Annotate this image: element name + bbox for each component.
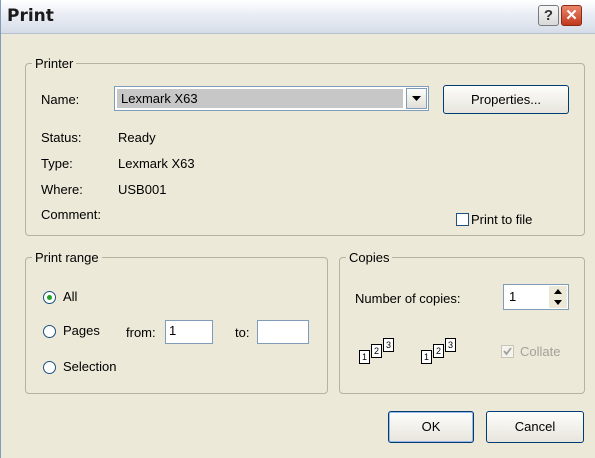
- printer-name-value: Lexmark X63: [121, 91, 198, 106]
- ok-label: OK: [421, 419, 441, 434]
- stack-1-page-2: 2: [371, 344, 382, 358]
- radio-all[interactable]: [43, 291, 56, 304]
- name-label: Name:: [41, 92, 80, 107]
- stack-2-page-1: 1: [421, 350, 432, 364]
- print-dialog: Print ? ✕ Printer Name: Lexmark X63 Prop…: [0, 0, 595, 458]
- radio-selection-label[interactable]: Selection: [63, 359, 116, 374]
- status-label: Status:: [41, 130, 82, 145]
- chevron-down-icon: [412, 96, 421, 101]
- spin-up-icon: [554, 289, 562, 294]
- collate-stack-1: 3 2 1: [355, 330, 411, 376]
- comment-label: Comment:: [41, 207, 101, 222]
- to-page-input[interactable]: [257, 320, 309, 344]
- copies-value: 1: [509, 289, 517, 304]
- number-of-copies-label: Number of copies:: [355, 291, 461, 306]
- collate-illustration: 3 2 1 3 2 1: [355, 330, 475, 376]
- stack-2-page-3: 3: [445, 338, 456, 352]
- where-value: USB001: [118, 182, 167, 197]
- printer-group: Printer: [25, 56, 585, 236]
- radio-all-label[interactable]: All: [63, 289, 77, 304]
- type-label: Type:: [41, 156, 73, 171]
- help-button[interactable]: ?: [538, 5, 559, 26]
- stack-2-page-2: 2: [433, 344, 444, 358]
- radio-pages[interactable]: [43, 325, 56, 338]
- help-icon: ?: [543, 7, 554, 24]
- collate-label[interactable]: Collate: [520, 344, 560, 359]
- copies-legend: Copies: [349, 250, 390, 265]
- stack-1-page-1: 1: [359, 350, 370, 364]
- spin-down-button[interactable]: [549, 297, 567, 308]
- properties-label: Properties...: [470, 92, 542, 107]
- to-label: to:: [235, 325, 250, 340]
- cancel-button[interactable]: Cancel: [486, 411, 584, 443]
- title-bar[interactable]: Print ? ✕: [1, 0, 595, 34]
- stack-1-page-3: 3: [383, 338, 394, 352]
- radio-selection[interactable]: [43, 361, 56, 374]
- collate-checkbox[interactable]: [501, 345, 514, 358]
- properties-button[interactable]: Properties...: [443, 85, 569, 114]
- printer-group-legend: Printer: [35, 56, 74, 71]
- from-page-input[interactable]: 1: [165, 320, 213, 344]
- close-button[interactable]: ✕: [561, 5, 582, 26]
- collate-stack-2: 3 2 1: [417, 330, 473, 376]
- radio-pages-label[interactable]: Pages: [63, 323, 100, 338]
- status-value: Ready: [118, 130, 156, 145]
- type-value: Lexmark X63: [118, 156, 195, 171]
- ok-button[interactable]: OK: [388, 411, 474, 443]
- copies-spinner[interactable]: 1: [503, 284, 569, 310]
- close-icon: ✕: [565, 7, 578, 24]
- print-to-file-label[interactable]: Print to file: [471, 212, 532, 227]
- print-to-file-checkbox[interactable]: [456, 213, 469, 226]
- printer-name-select[interactable]: Lexmark X63: [114, 86, 429, 111]
- from-label: from:: [126, 325, 156, 340]
- printer-name-highlight: Lexmark X63: [117, 89, 403, 108]
- checkmark-icon: [503, 347, 512, 356]
- dialog-title: Print: [7, 6, 54, 26]
- cancel-label: Cancel: [514, 419, 556, 434]
- dropdown-arrow-button[interactable]: [406, 88, 427, 109]
- spin-down-icon: [554, 300, 562, 305]
- print-range-legend: Print range: [35, 250, 99, 265]
- where-label: Where:: [41, 182, 83, 197]
